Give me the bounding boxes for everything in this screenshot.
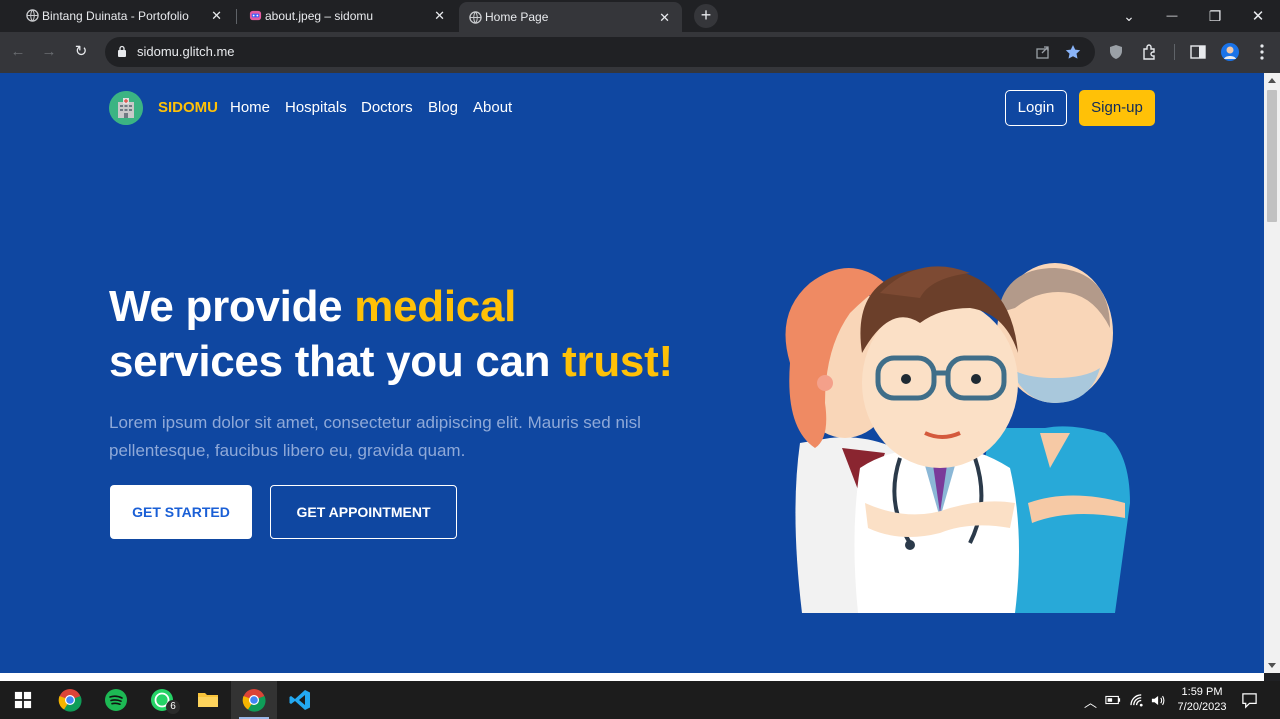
close-tab-icon[interactable]: ✕ xyxy=(434,8,445,24)
taskbar-chrome-active[interactable] xyxy=(231,681,277,719)
taskbar-spotify[interactable] xyxy=(93,681,139,719)
nav-link-hospitals[interactable]: Hospitals xyxy=(285,99,347,116)
vscode-icon xyxy=(289,690,310,710)
windows-start-button[interactable] xyxy=(0,681,46,719)
hero-subtitle: Lorem ipsum dolor sit amet, consectetur … xyxy=(109,413,641,460)
close-tab-icon[interactable]: ✕ xyxy=(211,8,222,24)
doctors-illustration xyxy=(785,263,1130,613)
hospital-logo-icon[interactable] xyxy=(109,91,143,125)
tab-strip: Bintang Duinata - Portofolio ✕ about.jpe… xyxy=(0,0,1280,32)
globe-icon xyxy=(26,9,39,22)
windows-logo-icon xyxy=(14,691,32,709)
hero-heading-text: We provide xyxy=(109,282,355,331)
system-clock[interactable]: 1:59 PM 7/20/2023 xyxy=(1172,685,1232,715)
minimize-button[interactable]: — xyxy=(1152,0,1192,32)
taskbar-chrome[interactable] xyxy=(47,681,93,719)
clock-time: 1:59 PM xyxy=(1181,686,1223,698)
tab-about-jpeg[interactable]: about.jpeg – sidomu ✕ xyxy=(239,0,457,32)
windows-taskbar: 6 ︿ 1:59 PM 7/20/2023 xyxy=(0,681,1280,719)
taskbar-whatsapp[interactable]: 6 xyxy=(139,681,185,719)
nav-link-blog[interactable]: Blog xyxy=(428,99,458,116)
back-button[interactable]: ← xyxy=(7,41,29,63)
nav-link-home[interactable]: Home xyxy=(230,99,270,116)
taskbar-file-explorer[interactable] xyxy=(185,681,231,719)
tab-search-button[interactable]: ⌄ xyxy=(1109,0,1149,32)
new-tab-button[interactable]: + xyxy=(694,4,718,28)
bookmark-star-icon[interactable] xyxy=(1064,43,1082,61)
chrome-icon xyxy=(242,689,266,712)
signup-button[interactable]: Sign-up xyxy=(1079,90,1155,126)
close-window-button[interactable]: ✕ xyxy=(1238,0,1278,32)
tab-title: Home Page xyxy=(485,10,549,24)
tab-home-page[interactable]: Home Page ✕ xyxy=(459,2,682,32)
page-viewport: SIDOMU Home Hospitals Doctors Blog About… xyxy=(0,73,1264,673)
forward-button[interactable]: → xyxy=(38,41,60,63)
get-appointment-button[interactable]: GET APPOINTMENT xyxy=(270,485,457,539)
wifi-icon[interactable] xyxy=(1130,694,1145,707)
battery-icon[interactable] xyxy=(1105,694,1121,706)
restore-button[interactable]: ❐ xyxy=(1195,0,1235,32)
brand-name[interactable]: SIDOMU xyxy=(158,99,218,116)
chrome-icon xyxy=(58,689,82,712)
profile-avatar-icon[interactable] xyxy=(1220,42,1240,62)
tab-divider xyxy=(236,9,237,24)
clock-date: 7/20/2023 xyxy=(1177,701,1227,713)
hero-heading: We provide medical services that you can… xyxy=(109,279,673,389)
url-text: sidomu.glitch.me xyxy=(137,44,235,59)
hero-heading-highlight: medical xyxy=(354,282,517,331)
hero-heading-text: services that you can xyxy=(109,337,563,386)
chevron-up-icon[interactable]: ︿ xyxy=(1084,692,1097,711)
taskbar-vscode[interactable] xyxy=(277,681,323,719)
scroll-down-arrow[interactable] xyxy=(1268,663,1276,668)
page-footer-edge xyxy=(0,673,1264,681)
tab-title: about.jpeg – sidomu xyxy=(265,9,374,23)
toolbar-divider xyxy=(1174,44,1175,60)
side-panel-icon[interactable] xyxy=(1188,42,1208,62)
lock-icon xyxy=(118,45,126,57)
more-menu-icon[interactable] xyxy=(1252,42,1272,62)
extensions-puzzle-icon[interactable] xyxy=(1140,42,1160,62)
share-icon[interactable] xyxy=(1034,43,1052,61)
nav-link-about[interactable]: About xyxy=(473,99,512,116)
glitch-icon xyxy=(249,10,262,21)
tab-portfolio[interactable]: Bintang Duinata - Portofolio ✕ xyxy=(16,0,234,32)
notification-badge: 6 xyxy=(166,700,180,714)
volume-icon[interactable] xyxy=(1151,694,1167,707)
address-bar[interactable]: sidomu.glitch.me xyxy=(105,37,1095,67)
shield-icon[interactable] xyxy=(1106,42,1126,62)
globe-icon xyxy=(469,11,482,24)
reload-button[interactable]: ↻ xyxy=(70,41,92,63)
hero-heading-highlight: trust! xyxy=(562,337,673,386)
close-tab-icon[interactable]: ✕ xyxy=(659,10,670,26)
tab-title: Bintang Duinata - Portofolio xyxy=(42,9,189,23)
scroll-up-arrow[interactable] xyxy=(1268,78,1276,83)
nav-link-doctors[interactable]: Doctors xyxy=(361,99,413,116)
spotify-icon xyxy=(105,689,127,711)
notifications-icon[interactable] xyxy=(1241,692,1258,709)
folder-icon xyxy=(198,693,218,707)
get-started-button[interactable]: GET STARTED xyxy=(110,485,252,539)
browser-toolbar: ← → ↻ sidomu.glitch.me xyxy=(0,32,1280,73)
login-button[interactable]: Login xyxy=(1005,90,1067,126)
page-scrollbar[interactable] xyxy=(1264,73,1280,673)
scrollbar-thumb[interactable] xyxy=(1267,90,1277,222)
